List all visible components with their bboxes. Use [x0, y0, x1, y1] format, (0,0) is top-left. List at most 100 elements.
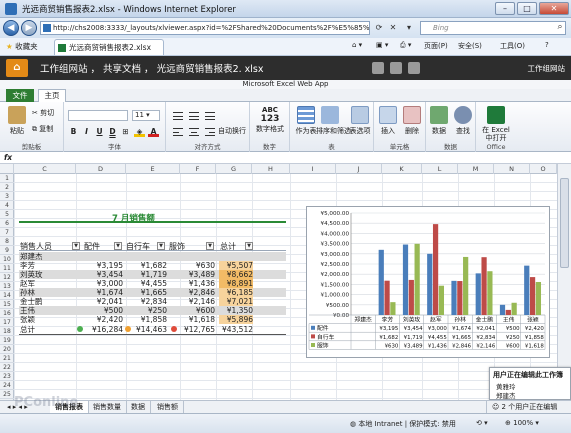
- find-button[interactable]: 查找: [452, 106, 474, 136]
- sheet-tab[interactable]: 数据: [126, 401, 151, 413]
- column-header[interactable]: N: [494, 164, 530, 174]
- column-header[interactable]: J: [336, 164, 382, 174]
- column-header[interactable]: I: [290, 164, 336, 174]
- row-header[interactable]: 23: [0, 372, 14, 381]
- row-header[interactable]: 25: [0, 390, 14, 399]
- column-header[interactable]: H: [252, 164, 290, 174]
- tools-menu[interactable]: 工具(O): [500, 41, 525, 51]
- as-table-button[interactable]: 作为表: [294, 106, 318, 136]
- sheet-tab[interactable]: 销售数量: [88, 401, 127, 413]
- column-header[interactable]: D: [76, 164, 126, 174]
- scroll-thumb[interactable]: [560, 178, 569, 268]
- row-header[interactable]: 21: [0, 354, 14, 363]
- align-right-icon[interactable]: [204, 127, 216, 137]
- copy-button[interactable]: ⧉ 复制: [32, 124, 53, 134]
- tab-file[interactable]: 文件: [6, 89, 34, 102]
- filter-dropdown-icon[interactable]: ▼: [206, 242, 214, 250]
- sheet-tab[interactable]: 销售额: [152, 401, 184, 413]
- favorites-button[interactable]: ★ 收藏夹: [6, 41, 38, 52]
- bold-button[interactable]: B: [68, 126, 79, 137]
- feeds-icon[interactable]: ▣ ▾: [376, 41, 388, 49]
- row-header[interactable]: 9: [0, 246, 14, 255]
- delete-button[interactable]: 删除: [401, 106, 423, 136]
- row-header[interactable]: 1: [0, 174, 14, 183]
- search-input[interactable]: Bing: [420, 21, 566, 35]
- site-link[interactable]: 工作组网站: [528, 63, 566, 74]
- refresh-icon[interactable]: ⟳: [372, 21, 386, 35]
- table-row[interactable]: 刘英玫 ¥3,454 ¥1,719 ¥3,489 ¥8,662: [19, 270, 286, 279]
- tag-icon[interactable]: [372, 62, 384, 74]
- paste-button[interactable]: 粘贴: [6, 106, 28, 136]
- dropdown-arrow-icon[interactable]: ▾: [402, 21, 416, 35]
- row-header[interactable]: 7: [0, 228, 14, 237]
- row-header[interactable]: 16: [0, 309, 14, 318]
- close-window-button[interactable]: ✕: [539, 2, 569, 15]
- url-input[interactable]: http://chs2008:3333/_layouts/xlviewer.as…: [40, 21, 370, 35]
- number-format-button[interactable]: ABC 123 数字格式: [254, 106, 286, 134]
- font-color-icon[interactable]: A: [148, 126, 159, 137]
- open-in-excel-button[interactable]: 在 Excel 中打开: [478, 106, 514, 142]
- row-header[interactable]: 11: [0, 264, 14, 273]
- align-left-icon[interactable]: [172, 127, 184, 137]
- column-header[interactable]: M: [458, 164, 494, 174]
- row-header[interactable]: 8: [0, 237, 14, 246]
- font-size-select[interactable]: 11 ▾: [132, 110, 160, 121]
- total-row[interactable]: 总计 ¥16,284 ¥14,463 ¥12,765 ¥43,512: [19, 325, 286, 334]
- row-header[interactable]: 15: [0, 300, 14, 309]
- minimize-button[interactable]: –: [495, 2, 515, 15]
- row-header[interactable]: 12: [0, 273, 14, 282]
- table-row[interactable]: 郑建杰: [19, 252, 286, 261]
- row-header[interactable]: 4: [0, 201, 14, 210]
- safety-menu[interactable]: 安全(S): [458, 41, 482, 51]
- row-header[interactable]: 22: [0, 363, 14, 372]
- maximize-button[interactable]: □: [517, 2, 537, 15]
- align-top-icon[interactable]: [172, 111, 184, 121]
- row-header[interactable]: 6: [0, 219, 14, 228]
- sales-chart[interactable]: ¥0.00 ¥500.00 ¥1,000.00 ¥1,500.00 ¥2,000.00 ¥…: [306, 206, 550, 358]
- underline-button[interactable]: U: [94, 126, 105, 137]
- table-options-button[interactable]: 表选项: [348, 106, 372, 136]
- borders-icon[interactable]: ⊞: [120, 126, 131, 137]
- formula-bar[interactable]: fx: [0, 152, 571, 164]
- double-underline-button[interactable]: D: [107, 126, 118, 137]
- editors-status[interactable]: ☺ 2 个用户正在编辑: [486, 401, 562, 413]
- filter-dropdown-icon[interactable]: ▼: [114, 242, 122, 250]
- row-header[interactable]: 10: [0, 255, 14, 264]
- align-bottom-icon[interactable]: [204, 111, 216, 121]
- table-row[interactable]: 李芳 ¥3,195 ¥1,682 ¥630 ¥5,507: [19, 261, 286, 270]
- align-middle-icon[interactable]: [188, 111, 200, 121]
- page-menu[interactable]: 页面(P): [424, 41, 448, 51]
- row-header[interactable]: 13: [0, 282, 14, 291]
- zone-dropdown-icon[interactable]: ⟲ ▾: [476, 419, 488, 427]
- table-row[interactable]: 王伟 ¥500 ¥250 ¥600 ¥1,350: [19, 306, 286, 315]
- home-icon[interactable]: ⌂ ▾: [352, 41, 362, 49]
- row-header[interactable]: 3: [0, 192, 14, 201]
- insert-button[interactable]: 插入: [377, 106, 399, 136]
- tab-home[interactable]: 主页: [38, 89, 66, 102]
- row-header[interactable]: 18: [0, 327, 14, 336]
- zoom-control[interactable]: ⊕ 100% ▾: [505, 419, 539, 427]
- x-stop-icon[interactable]: ✕: [386, 21, 400, 35]
- column-header[interactable]: O: [530, 164, 557, 174]
- help-icon[interactable]: [408, 62, 420, 74]
- align-center-icon[interactable]: [188, 127, 200, 137]
- cut-button[interactable]: ✂ 剪切: [32, 108, 54, 118]
- column-header[interactable]: K: [382, 164, 422, 174]
- row-header[interactable]: 24: [0, 381, 14, 390]
- select-all-corner[interactable]: [0, 164, 14, 174]
- chat-icon[interactable]: [390, 62, 402, 74]
- font-name-select[interactable]: [68, 110, 128, 121]
- sort-filter-button[interactable]: 排序和筛选: [316, 106, 351, 136]
- forward-button[interactable]: ▶: [21, 20, 37, 36]
- table-row[interactable]: 金士鹏 ¥2,041 ¥2,834 ¥2,146 ¥7,021: [19, 297, 286, 306]
- fill-color-icon[interactable]: ◈: [134, 126, 145, 137]
- table-row[interactable]: 赵军 ¥3,000 ¥4,455 ¥1,436 ¥8,891: [19, 279, 286, 288]
- italic-button[interactable]: I: [81, 126, 92, 137]
- column-header[interactable]: C: [14, 164, 76, 174]
- filter-dropdown-icon[interactable]: ▼: [157, 242, 165, 250]
- wrap-text-button[interactable]: 自动换行: [218, 126, 246, 136]
- filter-dropdown-icon[interactable]: ▼: [72, 242, 80, 250]
- row-header[interactable]: 2: [0, 183, 14, 192]
- filter-dropdown-icon[interactable]: ▼: [245, 242, 253, 250]
- print-icon[interactable]: ⎙ ▾: [400, 41, 411, 50]
